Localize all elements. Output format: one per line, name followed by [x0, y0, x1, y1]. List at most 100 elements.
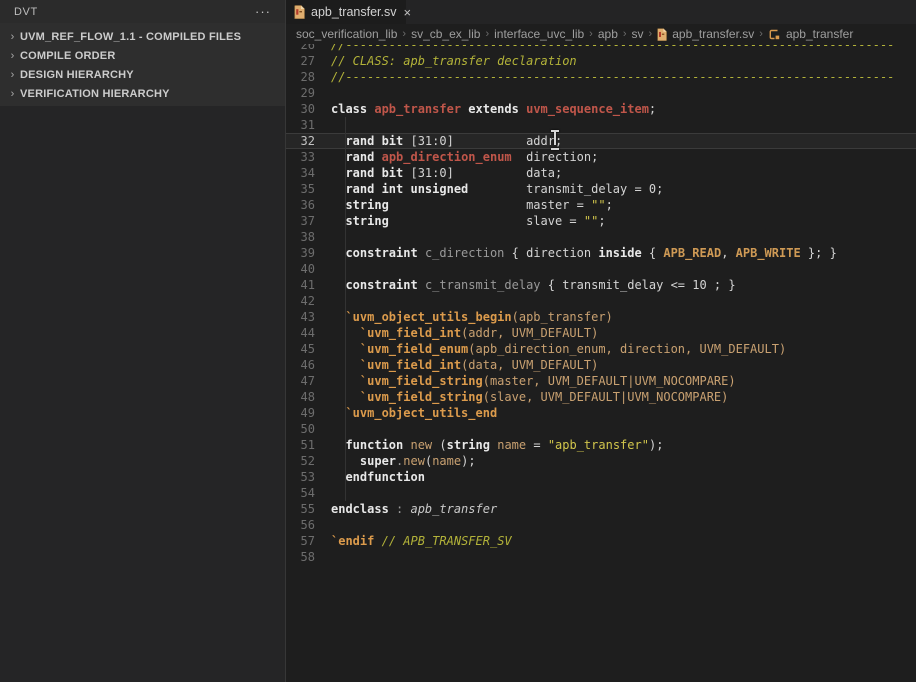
chevron-right-icon[interactable]: › [5, 88, 20, 100]
code-line[interactable]: 46 `uvm_field_int(data, UVM_DEFAULT) [286, 357, 916, 373]
line-number[interactable]: 48 [286, 389, 331, 405]
line-number[interactable]: 47 [286, 373, 331, 389]
code-line[interactable]: 51 function new (string name = "apb_tran… [286, 437, 916, 453]
code-line[interactable]: 55endclass : apb_transfer [286, 501, 916, 517]
chevron-right-icon[interactable]: › [5, 31, 20, 43]
line-number[interactable]: 31 [286, 117, 331, 133]
tab-apb-transfer[interactable]: apb_transfer.sv × [286, 0, 406, 24]
code-text: constraint c_transmit_delay { transmit_d… [331, 278, 736, 292]
breadcrumb-segment[interactable]: interface_uvc_lib [494, 27, 584, 41]
sidebar-item-compile-order[interactable]: › COMPILE ORDER [0, 46, 285, 65]
line-number[interactable]: 44 [286, 325, 331, 341]
code-line[interactable]: 30class apb_transfer extends uvm_sequenc… [286, 101, 916, 117]
line-number[interactable]: 50 [286, 421, 331, 437]
code-text: rand bit [31:0] data; [331, 166, 562, 180]
breadcrumb-segment[interactable]: sv_cb_ex_lib [411, 27, 480, 41]
code-text: `uvm_object_utils_end [331, 406, 497, 420]
line-number[interactable]: 52 [286, 453, 331, 469]
code-line[interactable]: 49 `uvm_object_utils_end [286, 405, 916, 421]
code-line[interactable]: 40 [286, 261, 916, 277]
code-line[interactable]: 28//------------------------------------… [286, 69, 916, 85]
code-line[interactable]: 29 [286, 85, 916, 101]
code-line-current[interactable]: 32 rand bit [31:0] addr; [286, 133, 916, 149]
line-number[interactable]: 42 [286, 293, 331, 309]
chevron-right-icon[interactable]: › [5, 50, 20, 62]
line-number[interactable]: 43 [286, 309, 331, 325]
line-number[interactable]: 58 [286, 549, 331, 565]
code-text: super.new(name); [331, 454, 476, 468]
code-line[interactable]: 31 [286, 117, 916, 133]
code-line[interactable]: 50 [286, 421, 916, 437]
breadcrumb-segment[interactable]: soc_verification_lib [296, 27, 397, 41]
line-number[interactable]: 41 [286, 277, 331, 293]
code-line[interactable]: 33 rand apb_direction_enum direction; [286, 149, 916, 165]
line-number[interactable]: 46 [286, 357, 331, 373]
line-number[interactable]: 35 [286, 181, 331, 197]
chevron-right-icon[interactable]: › [5, 69, 20, 81]
line-number[interactable]: 34 [286, 165, 331, 181]
sidebar-item-design-hierarchy[interactable]: › DESIGN HIERARCHY [0, 65, 285, 84]
code-line[interactable]: 44 `uvm_field_int(addr, UVM_DEFAULT) [286, 325, 916, 341]
line-number[interactable]: 36 [286, 197, 331, 213]
dvt-sidebar: DVT ··· › UVM_REF_FLOW_1.1 - COMPILED FI… [0, 0, 286, 682]
line-number[interactable]: 51 [286, 437, 331, 453]
code-line[interactable]: 41 constraint c_transmit_delay { transmi… [286, 277, 916, 293]
code-text: // CLASS: apb_transfer declaration [331, 54, 577, 68]
code-text: //--------------------------------------… [331, 44, 895, 52]
line-number[interactable]: 53 [286, 469, 331, 485]
code-editor[interactable]: 26//------------------------------------… [286, 44, 916, 682]
line-number[interactable]: 38 [286, 229, 331, 245]
code-line[interactable]: 38 [286, 229, 916, 245]
line-number[interactable]: 40 [286, 261, 331, 277]
code-line[interactable]: 53 endfunction [286, 469, 916, 485]
code-line[interactable]: 52 super.new(name); [286, 453, 916, 469]
code-line[interactable]: 58 [286, 549, 916, 565]
code-line[interactable]: 48 `uvm_field_string(slave, UVM_DEFAULT|… [286, 389, 916, 405]
code-line[interactable]: 56 [286, 517, 916, 533]
code-line[interactable]: 57`endif // APB_TRANSFER_SV [286, 533, 916, 549]
code-line[interactable]: 27// CLASS: apb_transfer declaration [286, 53, 916, 69]
code-line[interactable]: 36 string master = ""; [286, 197, 916, 213]
line-number[interactable]: 29 [286, 85, 331, 101]
code-line[interactable]: 43 `uvm_object_utils_begin(apb_transfer) [286, 309, 916, 325]
line-number[interactable]: 33 [286, 149, 331, 165]
breadcrumb-segment[interactable]: sv [632, 27, 644, 41]
code-text: `uvm_field_string(slave, UVM_DEFAULT|UVM… [331, 390, 728, 404]
code-line[interactable]: 34 rand bit [31:0] data; [286, 165, 916, 181]
code-text: constraint c_direction { direction insid… [331, 246, 837, 260]
line-number[interactable]: 56 [286, 517, 331, 533]
line-number[interactable]: 55 [286, 501, 331, 517]
code-line[interactable]: 37 string slave = ""; [286, 213, 916, 229]
code-line[interactable]: 26//------------------------------------… [286, 44, 916, 53]
code-line[interactable]: 39 constraint c_direction { direction in… [286, 245, 916, 261]
line-number[interactable]: 30 [286, 101, 331, 117]
sidebar-item-label: COMPILE ORDER [20, 50, 116, 62]
line-number[interactable]: 26 [286, 44, 331, 53]
line-number[interactable]: 32 [286, 133, 331, 149]
close-icon[interactable]: × [403, 6, 411, 19]
code-text: rand int unsigned transmit_delay = 0; [331, 182, 663, 196]
line-number[interactable]: 37 [286, 213, 331, 229]
line-number[interactable]: 45 [286, 341, 331, 357]
code-line[interactable]: 42 [286, 293, 916, 309]
line-number[interactable]: 39 [286, 245, 331, 261]
line-number[interactable]: 57 [286, 533, 331, 549]
breadcrumb-segment[interactable]: apb_transfer.sv [672, 27, 754, 41]
chevron-separator-icon: › [649, 28, 653, 40]
code-line[interactable]: 45 `uvm_field_enum(apb_direction_enum, d… [286, 341, 916, 357]
line-number[interactable]: 49 [286, 405, 331, 421]
sidebar-item-compiled-files[interactable]: › UVM_REF_FLOW_1.1 - COMPILED FILES [0, 27, 285, 46]
code-line[interactable]: 35 rand int unsigned transmit_delay = 0; [286, 181, 916, 197]
code-line[interactable]: 47 `uvm_field_string(master, UVM_DEFAULT… [286, 373, 916, 389]
breadcrumb-segment[interactable]: apb [598, 27, 618, 41]
sidebar-item-verification-hierarchy[interactable]: › VERIFICATION HIERARCHY [0, 84, 285, 103]
chevron-separator-icon: › [589, 28, 593, 40]
code-text: `endif // APB_TRANSFER_SV [331, 534, 512, 548]
more-actions-icon[interactable]: ··· [255, 5, 271, 18]
code-line[interactable]: 54 [286, 485, 916, 501]
line-number[interactable]: 28 [286, 69, 331, 85]
sidebar-tree: › UVM_REF_FLOW_1.1 - COMPILED FILES › CO… [0, 23, 285, 106]
line-number[interactable]: 54 [286, 485, 331, 501]
breadcrumb-segment[interactable]: apb_transfer [786, 27, 853, 41]
line-number[interactable]: 27 [286, 53, 331, 69]
